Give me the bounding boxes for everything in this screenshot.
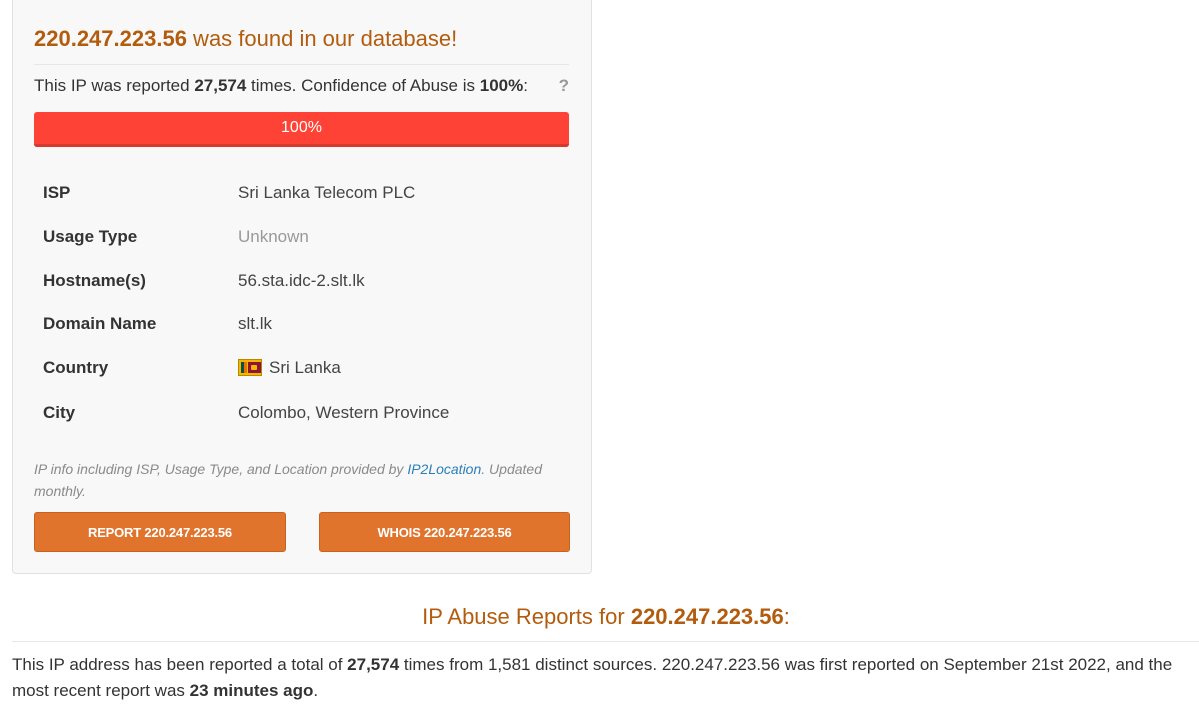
report-count: 27,574: [194, 76, 247, 95]
country-value-wrap: Sri Lanka: [238, 358, 341, 378]
isp-label: ISP: [43, 183, 71, 202]
domain-label: Domain Name: [43, 314, 157, 333]
confidence-progress-bar: 100%: [34, 112, 569, 147]
confidence-percent: 100%: [479, 76, 524, 95]
hostnames-value: 56.sta.idc-2.slt.lk: [238, 271, 365, 290]
section-divider: [12, 641, 1199, 642]
confidence-suffix: :: [523, 76, 528, 95]
reports-summary: This IP address has been reported a tota…: [12, 652, 1197, 704]
summary-recent: 23 minutes ago: [189, 681, 314, 700]
country-value: Sri Lanka: [269, 358, 341, 377]
provider-note-text: IP info including ISP, Usage Type, and L…: [34, 461, 408, 477]
whois-ip-button[interactable]: WHOIS 220.247.223.56: [319, 512, 570, 552]
summary-end: .: [313, 681, 319, 700]
city-value: Colombo, Western Province: [238, 403, 450, 422]
confidence-progress-fill: 100%: [34, 112, 569, 147]
summary-count: 27,574: [347, 655, 400, 674]
page-title: 220.247.223.56 was found in our database…: [34, 26, 569, 65]
provider-note: IP info including ISP, Usage Type, and L…: [34, 458, 564, 502]
ip2location-link[interactable]: IP2Location: [407, 461, 481, 477]
help-icon[interactable]: ?: [559, 76, 569, 96]
found-text: was found in our database!: [186, 26, 458, 51]
reports-heading: IP Abuse Reports for 220.247.223.56:: [0, 604, 1199, 630]
reports-heading-prefix: IP Abuse Reports for: [422, 604, 631, 629]
hostnames-label: Hostname(s): [43, 271, 146, 290]
domain-value: slt.lk: [238, 314, 272, 333]
confidence-prefix: This IP was reported: [34, 76, 195, 95]
reports-heading-ip: 220.247.223.56: [630, 604, 784, 629]
usage-type-label: Usage Type: [43, 227, 138, 246]
city-label: City: [43, 403, 76, 422]
usage-type-value: Unknown: [238, 227, 309, 246]
sri-lanka-flag-icon: [238, 359, 262, 376]
country-label: Country: [43, 358, 109, 377]
isp-value: Sri Lanka Telecom PLC: [238, 183, 416, 202]
confidence-middle: times. Confidence of Abuse is: [246, 76, 480, 95]
reports-heading-suffix: :: [783, 604, 790, 629]
report-ip-button[interactable]: REPORT 220.247.223.56: [34, 512, 286, 552]
summary-prefix: This IP address has been reported a tota…: [12, 655, 348, 674]
confidence-line: This IP was reported 27,574 times. Confi…: [34, 76, 569, 96]
ip-address: 220.247.223.56: [34, 26, 187, 51]
